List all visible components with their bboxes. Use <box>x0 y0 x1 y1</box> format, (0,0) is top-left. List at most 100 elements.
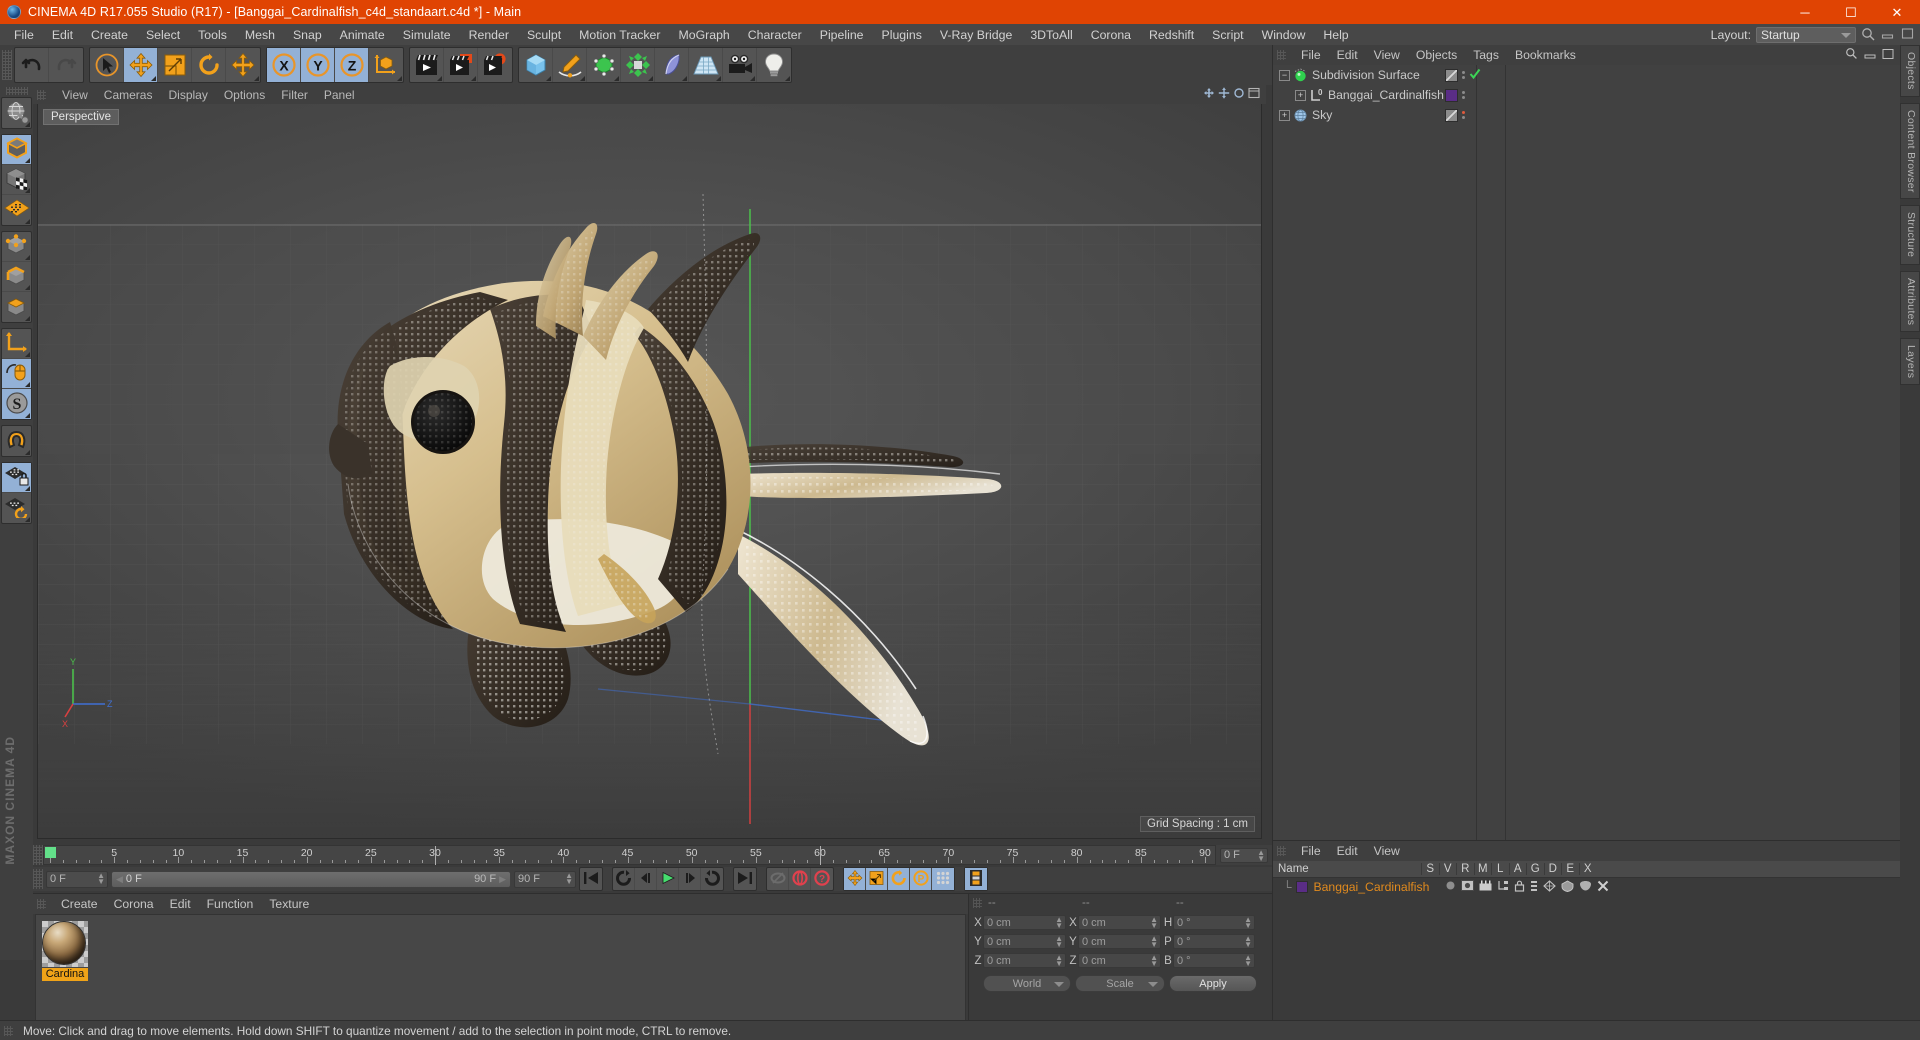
rotation-key-button[interactable] <box>888 868 910 890</box>
right-tab-content-browser[interactable]: Content Browser <box>1900 102 1920 200</box>
viewport-menu-filter[interactable]: Filter <box>273 88 316 102</box>
maximize-viewport-icon[interactable] <box>1248 87 1260 102</box>
spinner-icon[interactable]: ▲ ▼ <box>565 871 573 885</box>
add-cube-button[interactable] <box>519 48 553 82</box>
viewport-menu-grip[interactable] <box>37 89 46 100</box>
viewport-menu-view[interactable]: View <box>54 88 96 102</box>
lock-z-axis-button[interactable]: Z <box>335 48 369 82</box>
material-menu-function[interactable]: Function <box>199 897 262 911</box>
menu-motion-tracker[interactable]: Motion Tracker <box>570 24 669 45</box>
attribute-row[interactable]: └ Banggai_Cardinalfish <box>1273 878 1900 896</box>
redo-button[interactable] <box>49 48 83 82</box>
right-tab-layers[interactable]: Layers <box>1900 338 1920 386</box>
clapper-icon[interactable] <box>1479 880 1492 894</box>
spinner-icon[interactable]: ▲ ▼ <box>1150 916 1158 930</box>
menu-simulate[interactable]: Simulate <box>394 24 460 45</box>
lock-y-axis-button[interactable]: Y <box>301 48 335 82</box>
menu-file[interactable]: File <box>5 24 43 45</box>
material-name-label[interactable]: Cardina <box>42 968 88 981</box>
coordinate-input[interactable]: 0 ° ▲ ▼ <box>1173 934 1255 949</box>
search-icon[interactable] <box>1861 27 1876 42</box>
attr-column-a[interactable]: A <box>1508 863 1527 875</box>
next-keyframe-button[interactable] <box>701 868 723 890</box>
right-tab-structure[interactable]: Structure <box>1900 205 1920 265</box>
play-button[interactable] <box>657 868 679 890</box>
expand-toggle-icon[interactable]: + <box>1279 109 1290 121</box>
menu-edit[interactable]: Edit <box>43 24 82 45</box>
timeline-mode-button[interactable] <box>965 868 987 890</box>
world-coordinate-button[interactable] <box>369 48 403 82</box>
attr-column-e[interactable]: E <box>1561 863 1579 875</box>
spinner-icon[interactable]: ▲ ▼ <box>1055 935 1063 949</box>
menu-redshift[interactable]: Redshift <box>1140 24 1203 45</box>
minimize-button[interactable]: ─ <box>1782 0 1828 24</box>
workplane-lock-button[interactable] <box>2 463 31 493</box>
menu-pipeline[interactable]: Pipeline <box>811 24 873 45</box>
lock-icon[interactable] <box>1514 880 1525 895</box>
attr-column-v[interactable]: V <box>1438 863 1457 875</box>
viewport-menu-options[interactable]: Options <box>216 88 273 102</box>
polygon-mode-button[interactable] <box>2 292 31 322</box>
coordinate-input[interactable]: 0 cm ▲ ▼ <box>1078 934 1161 949</box>
material-list[interactable]: Cardina <box>35 914 966 1021</box>
viewport-menu-cameras[interactable]: Cameras <box>96 88 161 102</box>
menu-plugins[interactable]: Plugins <box>873 24 931 45</box>
object-menu-tags[interactable]: Tags <box>1465 48 1507 62</box>
viewport-menu-panel[interactable]: Panel <box>316 88 363 102</box>
edge-mode-button[interactable] <box>2 262 31 292</box>
texture-mode-button[interactable] <box>2 165 31 195</box>
current-frame-field[interactable]: 0 F ▲ ▼ <box>46 870 108 888</box>
add-generator-button[interactable] <box>587 48 621 82</box>
object-menu-view[interactable]: View <box>1366 48 1408 62</box>
menu-3dtoall[interactable]: 3DToAll <box>1021 24 1081 45</box>
close-button[interactable]: ✕ <box>1874 0 1920 24</box>
spinner-icon[interactable]: ▲ ▼ <box>1055 954 1063 968</box>
coordinate-input[interactable]: 0 cm ▲ ▼ <box>983 915 1066 930</box>
coordinates-grip[interactable] <box>973 898 982 908</box>
rotate-viewport-icon[interactable] <box>1233 87 1245 102</box>
add-camera-button[interactable] <box>723 48 757 82</box>
attr-column-d[interactable]: D <box>1543 863 1562 875</box>
attr-column-m[interactable]: M <box>1473 863 1492 875</box>
deform-icon[interactable] <box>1543 879 1557 895</box>
menu-snap[interactable]: Snap <box>284 24 331 45</box>
previous-keyframe-button[interactable] <box>613 868 635 890</box>
menu-select[interactable]: Select <box>137 24 189 45</box>
left-toolbar-grip[interactable] <box>5 87 28 95</box>
object-row[interactable]: − Subdivision Surface <box>1273 65 1900 85</box>
object-tag-swatch[interactable] <box>1445 88 1458 102</box>
attribute-menu-file[interactable]: File <box>1293 844 1329 858</box>
scale-key-button[interactable] <box>866 868 888 890</box>
object-tag-swatch[interactable] <box>1445 68 1458 82</box>
menu-create[interactable]: Create <box>82 24 137 45</box>
visible-check-icon[interactable] <box>1469 68 1481 83</box>
object-menu-bookmarks[interactable]: Bookmarks <box>1507 48 1584 62</box>
attribute-menu-grip[interactable] <box>1277 846 1286 856</box>
minimize-panel-icon[interactable] <box>1881 27 1896 42</box>
move-tool[interactable] <box>124 48 158 82</box>
spinner-icon[interactable]: ▲ ▼ <box>1244 935 1252 949</box>
spinner-icon[interactable]: ▲ ▼ <box>1055 916 1063 930</box>
menu-sculpt[interactable]: Sculpt <box>518 24 570 45</box>
coordinate-system-dropdown[interactable]: World <box>983 975 1071 992</box>
record-active-objects-button[interactable] <box>767 868 789 890</box>
attr-column-x[interactable]: X <box>1578 863 1597 875</box>
layout-dropdown[interactable]: Startup <box>1756 26 1856 43</box>
maximize-button[interactable]: ☐ <box>1828 0 1874 24</box>
object-menu-file[interactable]: File <box>1293 48 1329 62</box>
position-key-button[interactable] <box>844 868 866 890</box>
apply-button[interactable]: Apply <box>1169 975 1257 992</box>
material-item[interactable]: Cardina <box>42 921 90 981</box>
object-menu-objects[interactable]: Objects <box>1408 48 1465 62</box>
material-menu-edit[interactable]: Edit <box>162 897 199 911</box>
visibility-dots-icon[interactable] <box>1462 111 1465 119</box>
object-tag-swatch[interactable] <box>1445 108 1458 122</box>
attr-column-s[interactable]: S <box>1421 863 1439 875</box>
point-mode-button[interactable] <box>2 232 31 262</box>
material-menu-create[interactable]: Create <box>53 897 106 911</box>
cap-icon[interactable] <box>1579 880 1592 895</box>
lock-x-axis-button[interactable]: X <box>267 48 301 82</box>
go-to-end-button[interactable] <box>734 868 756 890</box>
undo-view-button[interactable] <box>2 98 31 128</box>
hierarchy-icon[interactable] <box>1497 880 1509 894</box>
